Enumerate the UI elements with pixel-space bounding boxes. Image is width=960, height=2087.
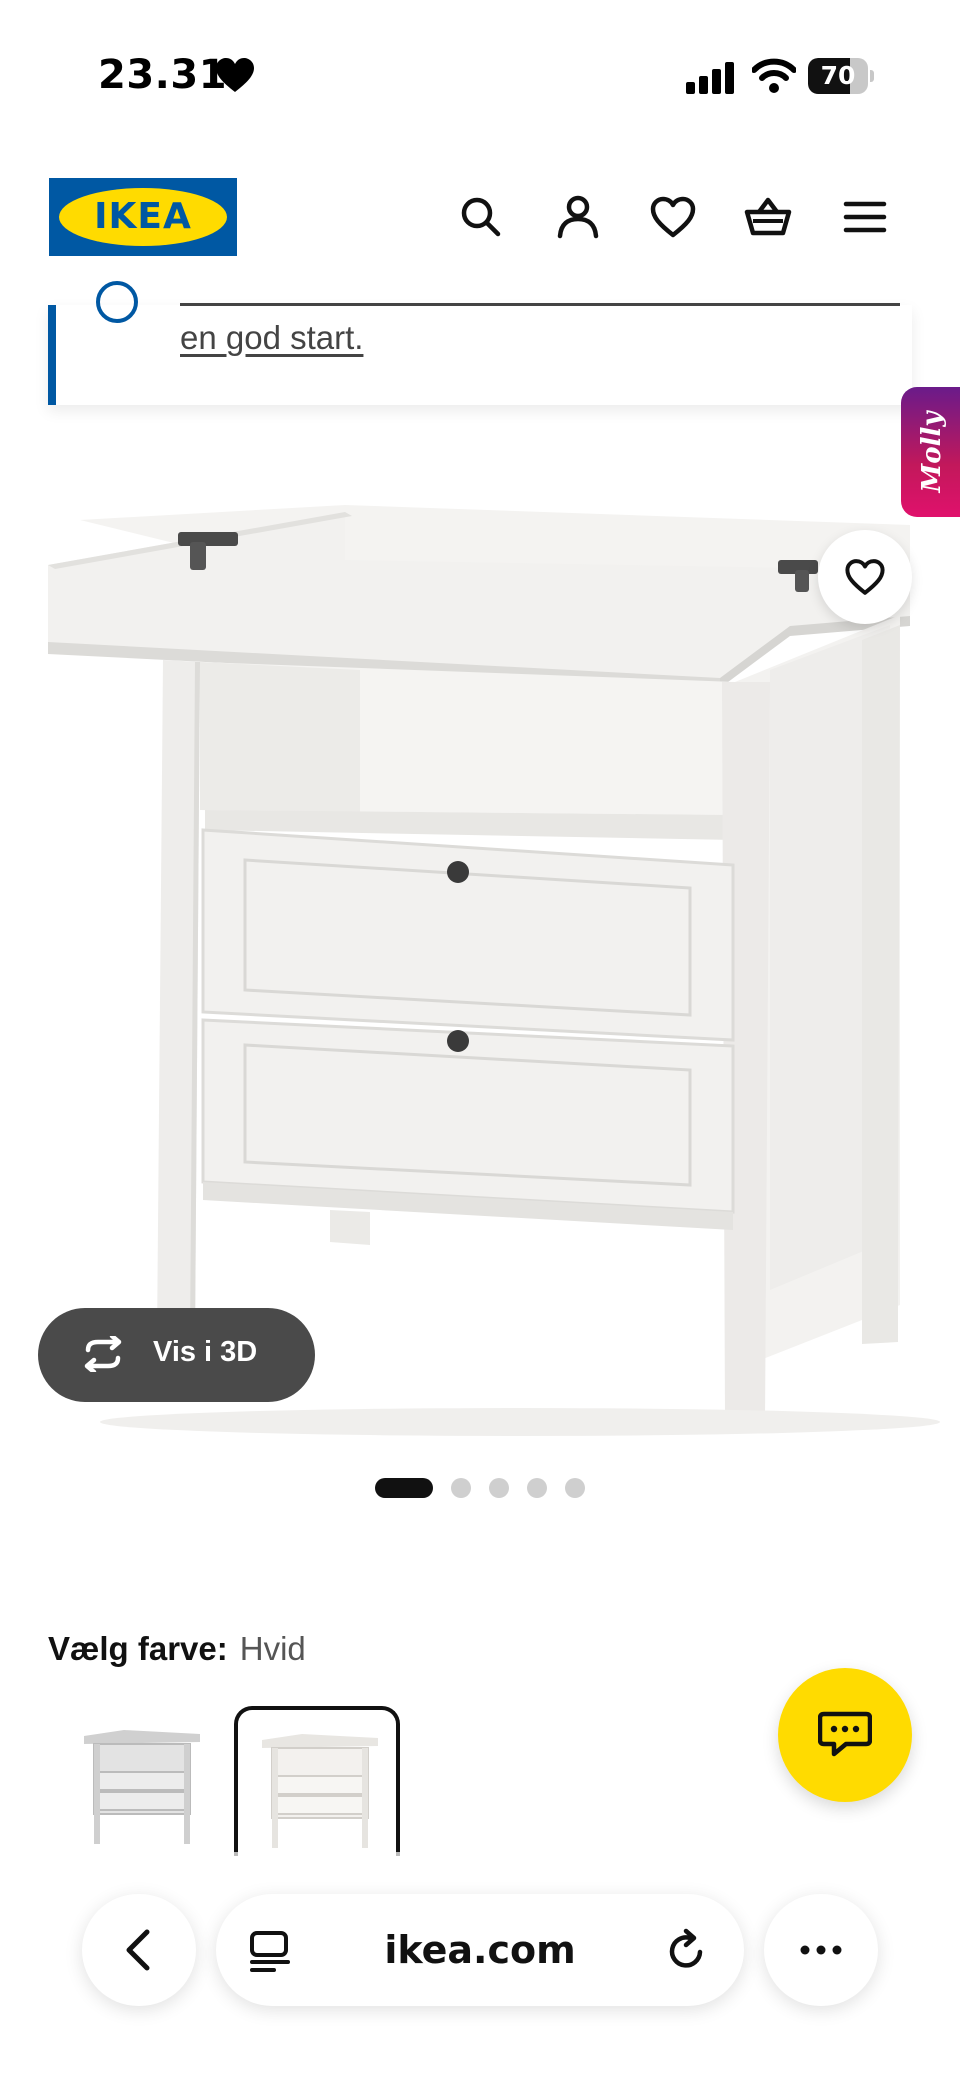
chat-icon <box>818 1711 872 1757</box>
basket-icon[interactable] <box>743 192 793 242</box>
color-label-row: Vælg farve: Hvid <box>48 1630 306 1668</box>
browser-back-button[interactable] <box>82 1894 196 2006</box>
status-bar: 23.31 70 <box>0 0 960 140</box>
address-bar[interactable]: ikea.com <box>216 1894 744 2006</box>
molly-assistant-tab[interactable]: Molly <box>901 387 960 517</box>
carousel-dot[interactable] <box>489 1478 509 1498</box>
reload-icon[interactable] <box>664 1928 710 1974</box>
carousel-dot[interactable] <box>375 1478 433 1498</box>
swatch-thumbnail <box>262 1734 378 1848</box>
notice-banner[interactable]: en god start. <box>48 281 912 405</box>
carousel-dot[interactable] <box>565 1478 585 1498</box>
heart-outline-icon <box>845 559 885 595</box>
more-dots-icon <box>800 1945 842 1955</box>
notice-link[interactable]: en god start. <box>180 319 363 357</box>
swatch-thumbnail <box>84 1730 200 1844</box>
search-icon[interactable] <box>456 192 506 242</box>
color-swatch-grey[interactable] <box>60 1706 226 1856</box>
color-value: Hvid <box>239 1630 306 1667</box>
view-3d-button[interactable]: Vis i 3D <box>38 1308 315 1402</box>
battery-icon: 70 <box>808 58 874 94</box>
wifi-icon <box>752 58 796 93</box>
info-icon <box>96 281 138 323</box>
add-to-favorites-button[interactable] <box>818 530 912 624</box>
chevron-left-icon <box>126 1929 150 1971</box>
molly-label: Molly <box>917 411 947 493</box>
signal-icon <box>686 62 734 94</box>
browser-more-button[interactable] <box>764 1894 878 2006</box>
image-carousel-dots <box>0 1478 960 1500</box>
favorites-icon[interactable] <box>648 192 698 242</box>
notice-cut-line <box>180 303 900 306</box>
carousel-dot[interactable] <box>451 1478 471 1498</box>
color-swatch-white[interactable] <box>234 1706 400 1856</box>
carousel-dot[interactable] <box>527 1478 547 1498</box>
view-3d-label: Vis i 3D <box>153 1336 258 1368</box>
product-image[interactable] <box>0 420 960 1460</box>
site-header: IKEA <box>0 140 960 305</box>
heart-status-icon <box>216 58 254 92</box>
account-icon[interactable] <box>553 192 603 242</box>
status-time: 23.31 <box>98 52 228 98</box>
color-label: Vælg farve: <box>48 1630 228 1667</box>
menu-icon[interactable] <box>840 192 890 242</box>
chat-button[interactable] <box>778 1668 912 1802</box>
logo-text: IKEA <box>94 196 192 237</box>
ikea-logo[interactable]: IKEA <box>49 178 237 256</box>
rotate-3d-icon <box>84 1336 122 1372</box>
battery-percent: 70 <box>820 61 856 90</box>
